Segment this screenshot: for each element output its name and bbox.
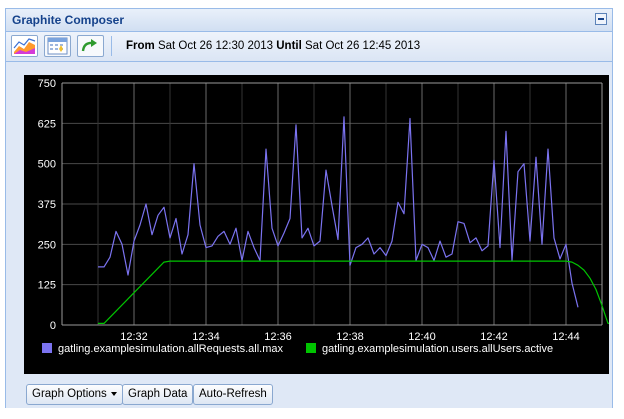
y-tick-label: 250 (38, 239, 56, 251)
panel-titlebar: Graphite Composer (6, 9, 612, 32)
graph-chart: 0 125 250 375 500 625 750 12:32 12:34 12:36 12:38 1… (24, 75, 609, 374)
y-tick-label: 125 (38, 280, 56, 292)
x-tick-label: 12:36 (264, 331, 292, 343)
until-value: Sat Oct 26 12:45 2013 (305, 40, 421, 52)
legend-swatch-1 (42, 343, 52, 353)
legend-label-1: gatling.examplesimulation.allRequests.al… (58, 343, 284, 355)
panel-title: Graphite Composer (12, 13, 125, 27)
collapse-icon[interactable] (595, 13, 607, 25)
graph-options-label: Graph Options (32, 388, 107, 400)
dropdown-caret-icon (110, 391, 117, 396)
x-tick-label: 12:34 (192, 331, 220, 343)
y-tick-label: 625 (38, 118, 56, 130)
graph-data-button[interactable]: Graph Data (122, 384, 194, 405)
x-tick-label: 12:40 (408, 331, 436, 343)
auto-refresh-button[interactable]: Auto-Refresh (193, 384, 273, 405)
x-tick-label: 12:38 (336, 331, 364, 343)
y-tick-label: 0 (50, 320, 56, 332)
graph-options-button[interactable]: Graph Options (26, 384, 123, 405)
y-tick-label: 375 (38, 199, 56, 211)
x-tick-label: 12:32 (120, 331, 148, 343)
toolbar-separator (111, 36, 112, 56)
composer-toolbar: From Sat Oct 26 12:30 2013 Until Sat Oct… (6, 32, 612, 62)
from-label: From (126, 40, 155, 52)
from-value: Sat Oct 26 12:30 2013 (157, 40, 274, 52)
graph-thumbnail-icon[interactable] (11, 35, 38, 57)
time-range: From Sat Oct 26 12:30 2013 Until Sat Oct… (126, 40, 420, 52)
graphite-composer-panel: Graphite Composer From Sat Oct 26 12:30 … (5, 8, 613, 408)
refresh-arrow-icon[interactable] (77, 35, 104, 57)
y-tick-label: 500 (38, 159, 56, 171)
calendar-icon[interactable] (44, 35, 71, 57)
legend-swatch-2 (306, 343, 316, 353)
y-tick-label: 750 (38, 78, 56, 90)
legend-label-2: gatling.examplesimulation.users.allUsers… (322, 343, 553, 355)
chart-background (24, 75, 609, 374)
x-tick-label: 12:44 (552, 331, 580, 343)
until-label: Until (276, 40, 302, 52)
bottom-toolbar: Graph Options Graph Data Auto-Refresh (6, 379, 612, 408)
x-tick-label: 12:42 (480, 331, 508, 343)
graph-image[interactable]: 0 125 250 375 500 625 750 12:32 12:34 12:36 12:38 1… (24, 75, 609, 374)
